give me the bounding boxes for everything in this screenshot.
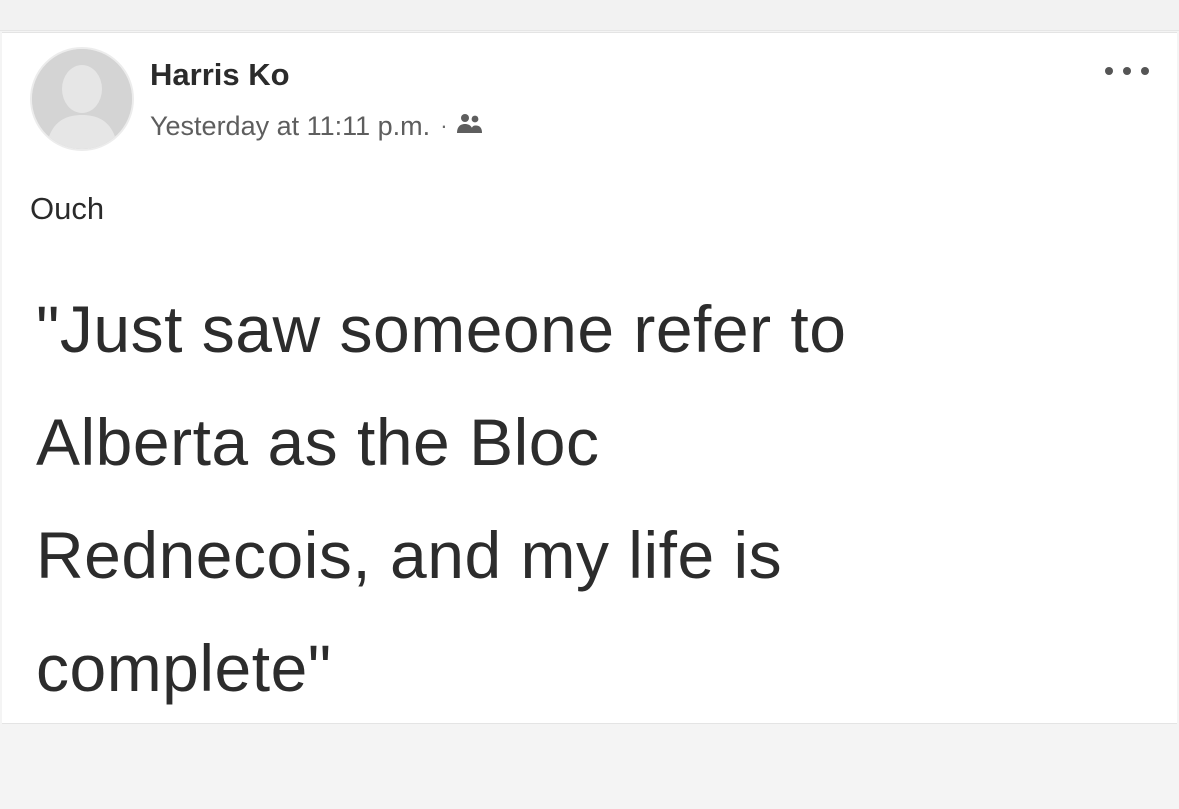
- post-body-line: Rednecois, and my life is: [36, 518, 783, 592]
- avatar[interactable]: [30, 47, 134, 151]
- author-name[interactable]: Harris Ko: [150, 57, 290, 93]
- post-caption: Ouch: [30, 191, 105, 226]
- post-card: Harris Ko Yesterday at 11:11 p.m. · Ouch…: [2, 32, 1177, 724]
- post-body-line: Alberta as the Bloc: [36, 405, 600, 479]
- meta-separator: ·: [440, 113, 448, 138]
- post-body: "Just saw someone refer to Alberta as th…: [36, 273, 1156, 725]
- friends-icon[interactable]: [456, 111, 484, 142]
- default-profile-icon: [32, 49, 132, 149]
- post-meta: Yesterday at 11:11 p.m. ·: [150, 109, 484, 143]
- post-body-line: "Just saw someone refer to: [36, 292, 847, 366]
- top-strip: [0, 0, 1179, 31]
- post-body-line: complete": [36, 631, 332, 705]
- post-timestamp[interactable]: Yesterday at 11:11 p.m.: [150, 111, 430, 142]
- more-options-icon[interactable]: [1105, 61, 1149, 81]
